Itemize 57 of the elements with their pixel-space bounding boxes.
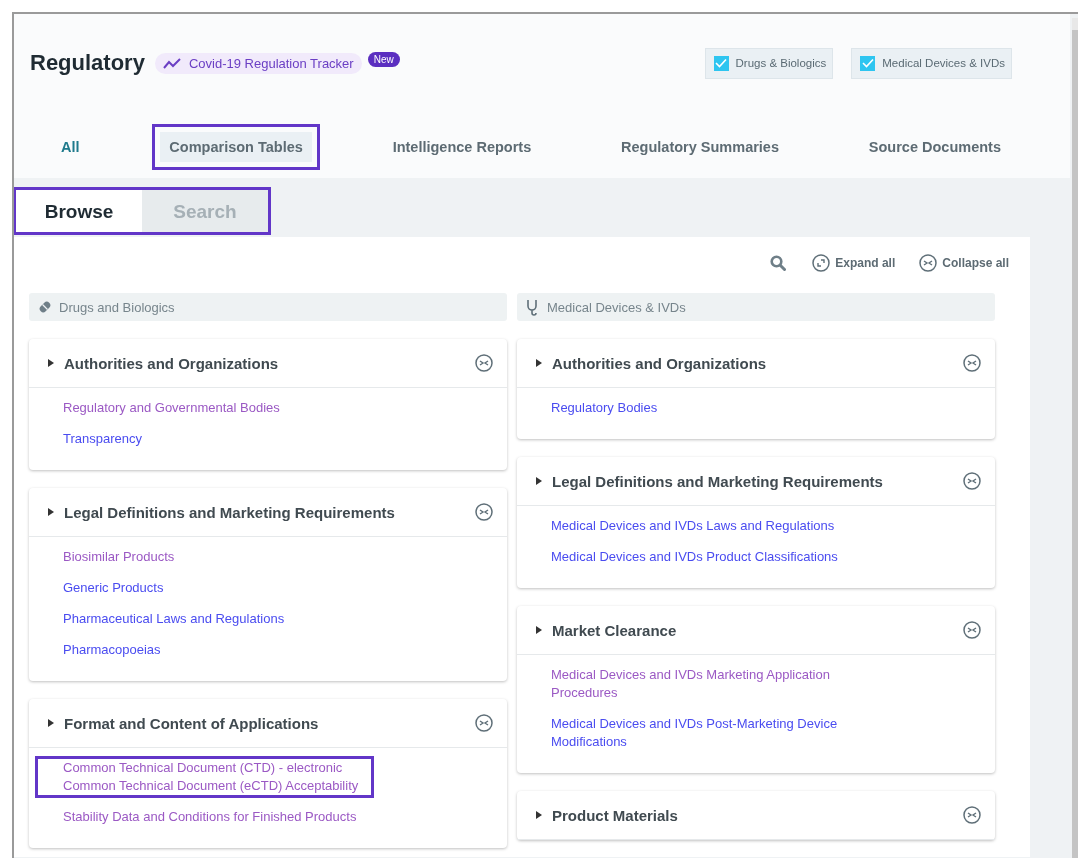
checkmark-icon: [715, 58, 727, 68]
collapse-icon: [963, 354, 981, 372]
topic-link[interactable]: Regulatory and Governmental Bodies: [60, 396, 283, 420]
nav-tab[interactable]: All: [44, 124, 97, 170]
topic-link[interactable]: Medical Devices and IVDs Laws and Regulations: [548, 514, 838, 538]
caret-icon: [47, 718, 55, 728]
view-tab[interactable]: Browse: [16, 190, 142, 232]
expand-icon: [812, 254, 831, 272]
collapse-icon: [963, 621, 981, 639]
trend-line-icon: [162, 57, 181, 69]
topic-link[interactable]: Medical Devices and IVDs Marketing Application Procedures: [548, 663, 874, 705]
caret-icon: [535, 476, 543, 486]
filter-checkbox[interactable]: Medical Devices & IVDs: [851, 47, 1012, 79]
topic-link[interactable]: Medical Devices and IVDs Product Classifications: [548, 545, 841, 569]
section-title[interactable]: Market Clearance: [552, 621, 963, 639]
topic-link[interactable]: Pharmacopoeias: [60, 638, 164, 662]
section-title[interactable]: Format and Content of Applications: [64, 714, 475, 732]
caret-icon: [535, 625, 543, 635]
checkbox[interactable]: [713, 55, 729, 71]
section-title[interactable]: Authorities and Organizations: [64, 354, 475, 372]
filter-checkbox[interactable]: Drugs & Biologics: [704, 47, 834, 79]
topic-link[interactable]: Medical Devices and IVDs Post-Marketing Device Modifications: [548, 712, 874, 754]
topic-link[interactable]: Regulatory Bodies: [548, 396, 661, 420]
page-title: Regulatory: [30, 50, 145, 76]
new-badge: New: [367, 51, 400, 67]
tracker-link[interactable]: Covid-19 Regulation Tracker: [154, 52, 362, 74]
topic-link[interactable]: Generic Products: [60, 576, 167, 600]
search-icon: [770, 255, 787, 271]
section-title[interactable]: Legal Definitions and Marketing Requirements: [64, 503, 475, 521]
topic-link[interactable]: Stability Data and Conditions for Finished Products: [60, 805, 360, 829]
caret-icon: [47, 358, 55, 368]
topic-link[interactable]: Pharmaceutical Laws and Regulations: [60, 607, 288, 631]
nav-tab[interactable]: Intelligence Reports: [375, 124, 549, 170]
collapse-all-button[interactable]: Collapse all: [919, 254, 1009, 272]
caret-icon: [47, 507, 55, 517]
nav-tab[interactable]: Comparison Tables: [152, 124, 320, 170]
collapse-icon: [963, 472, 981, 490]
checkbox[interactable]: [860, 55, 876, 71]
collapse-icon: [475, 714, 493, 732]
collapse-icon: [475, 503, 493, 521]
collapse-icon: [963, 806, 981, 824]
topic-link[interactable]: Biosimilar Products: [60, 545, 178, 569]
collapse-icon: [919, 254, 938, 272]
topic-link[interactable]: Transparency: [60, 427, 145, 451]
section-title[interactable]: Product Materials: [552, 806, 963, 824]
nav-tab[interactable]: Regulatory Summaries: [604, 124, 796, 170]
collapse-icon: [475, 354, 493, 372]
column-title: Drugs and Biologics: [59, 299, 175, 315]
section-title[interactable]: Authorities and Organizations: [552, 354, 963, 372]
expand-all-button[interactable]: Expand all: [812, 254, 896, 272]
column-title: Medical Devices & IVDs: [547, 299, 686, 315]
caret-icon: [535, 358, 543, 368]
topic-link[interactable]: Common Technical Document (CTD) - electronic Common Technical Document (eCTD) Acceptability: [35, 756, 374, 798]
caret-icon: [535, 810, 543, 820]
checkmark-icon: [861, 58, 874, 68]
nav-tab[interactable]: Source Documents: [851, 124, 1018, 170]
section-title[interactable]: Legal Definitions and Marketing Requirements: [552, 472, 963, 490]
